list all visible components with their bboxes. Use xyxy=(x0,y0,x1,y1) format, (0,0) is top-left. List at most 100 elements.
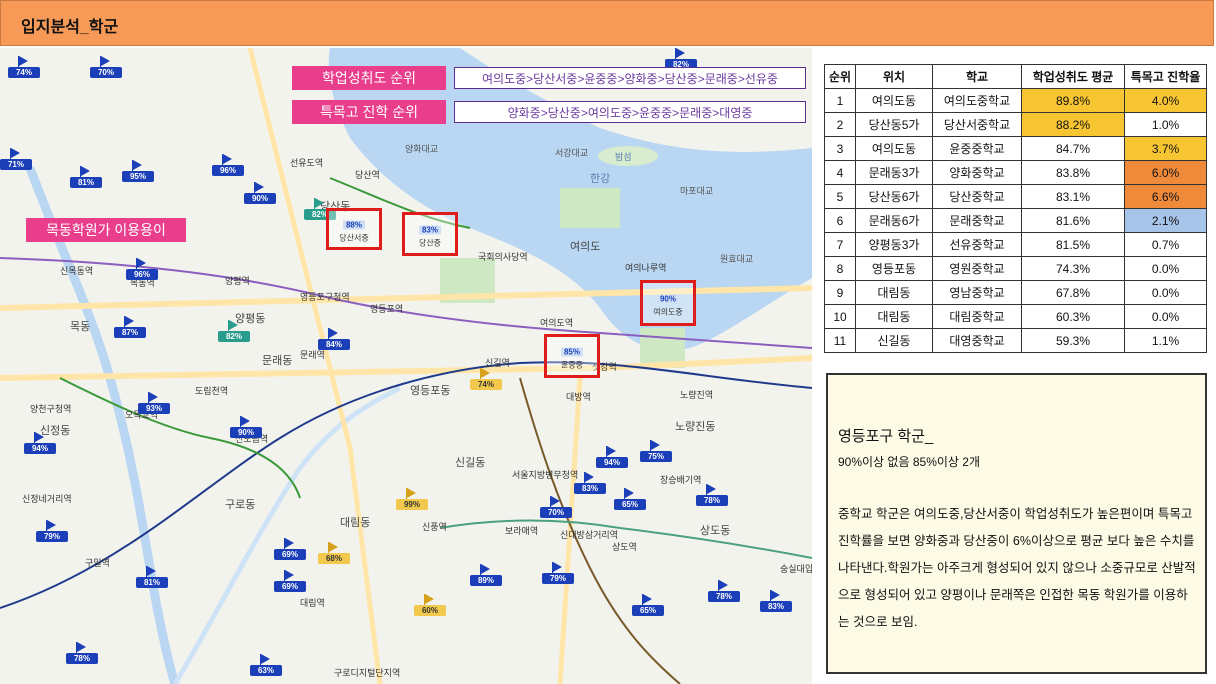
cell-school: 대영중학교 xyxy=(932,328,1022,353)
school-percent: 88% xyxy=(342,220,365,230)
map-label: 구로동 xyxy=(225,499,256,511)
cell-school: 양화중학교 xyxy=(932,160,1022,185)
map-label: 영등포구청역 xyxy=(300,292,350,302)
cell-special: 6.0% xyxy=(1124,160,1207,185)
map-label: 신대방삼거리역 xyxy=(560,530,618,540)
map-label: 밤섬 xyxy=(615,152,632,162)
school-pin[interactable]: 70% xyxy=(90,56,122,84)
cell-location: 문래동6가 xyxy=(855,208,933,233)
school-pin[interactable]: 94% xyxy=(24,432,56,460)
school-pin[interactable]: 74% xyxy=(8,56,40,84)
school-pin[interactable]: 95% xyxy=(122,160,154,188)
pin-percent: 70% xyxy=(90,67,122,78)
school-pin[interactable]: 94% xyxy=(596,446,628,474)
school-pin[interactable]: 75% xyxy=(640,440,672,468)
table-row: 11 신길동 대영중학교 59.3% 1.1% xyxy=(824,328,1207,353)
map-label: 대림동 xyxy=(340,517,371,529)
school-pin[interactable]: 70% xyxy=(540,496,572,524)
school-pin[interactable]: 82% xyxy=(218,320,250,348)
cell-special: 0.0% xyxy=(1124,280,1207,305)
map-label: 여의도역 xyxy=(540,318,574,328)
school-pin[interactable]: 90% xyxy=(230,416,262,444)
school-pin[interactable]: 90% xyxy=(244,182,276,210)
highlight-school-yunjung[interactable]: 85% 윤중중 xyxy=(544,334,600,378)
school-pin[interactable]: 83% xyxy=(574,472,606,500)
cell-achievement: 74.3% xyxy=(1021,256,1125,281)
cell-achievement: 59.3% xyxy=(1021,328,1125,353)
school-pin[interactable]: 78% xyxy=(696,484,728,512)
school-pin[interactable]: 60% xyxy=(414,594,446,622)
school-pin[interactable]: 65% xyxy=(632,594,664,622)
pin-percent: 78% xyxy=(66,653,98,664)
school-pin[interactable]: 78% xyxy=(66,642,98,670)
pin-percent: 83% xyxy=(760,601,792,612)
highlight-school-yeouido[interactable]: 90% 여의도중 xyxy=(640,280,696,326)
map-label: 보라매역 xyxy=(505,526,539,536)
school-pin[interactable]: 93% xyxy=(138,392,170,420)
note-subheading: 90%이상 없음 85%이상 2개 xyxy=(838,455,980,469)
pin-percent: 93% xyxy=(138,403,170,414)
table-row: 5 당산동6가 당산중학교 83.1% 6.6% xyxy=(824,184,1207,209)
school-pin[interactable]: 96% xyxy=(212,154,244,182)
school-pin[interactable]: 79% xyxy=(36,520,68,548)
highlight-school-dangsan[interactable]: 83% 당산중 xyxy=(402,212,458,256)
school-pin[interactable]: 79% xyxy=(542,562,574,590)
cell-location: 양평동3가 xyxy=(855,232,933,257)
map-label: 양천구청역 xyxy=(30,404,72,414)
school-percent: 85% xyxy=(560,347,583,357)
table-row: 7 양평동3가 선유중학교 81.5% 0.7% xyxy=(824,232,1207,257)
highlight-school-dangsanseo[interactable]: 88% 당산서중 xyxy=(326,208,382,250)
table-row: 4 문래동3가 양화중학교 83.8% 6.0% xyxy=(824,160,1207,185)
school-pin[interactable]: 81% xyxy=(70,166,102,194)
map-label: 노량진역 xyxy=(680,390,714,400)
school-pin[interactable]: 65% xyxy=(614,488,646,516)
table-row: 2 당산동5가 당산서중학교 88.2% 1.0% xyxy=(824,112,1207,137)
map-label: 선유도역 xyxy=(290,158,324,168)
map-label: 숭실대입구역 xyxy=(780,564,812,574)
school-pin[interactable]: 71% xyxy=(0,148,32,176)
cell-rank: 5 xyxy=(824,184,856,209)
school-pin[interactable]: 69% xyxy=(274,570,306,598)
pin-percent: 68% xyxy=(318,553,350,564)
school-pin[interactable]: 83% xyxy=(760,590,792,618)
pin-percent: 96% xyxy=(126,269,158,280)
cell-location: 영등포동 xyxy=(855,256,933,281)
school-pin[interactable]: 81% xyxy=(136,566,168,594)
pin-percent: 81% xyxy=(70,177,102,188)
school-percent: 83% xyxy=(418,225,441,235)
school-pin[interactable]: 74% xyxy=(470,368,502,396)
achievement-rank-order: 여의도중>당산서중>윤중중>양화중>당산중>문래중>선유중 xyxy=(454,67,806,89)
cell-school: 당산서중학교 xyxy=(932,112,1022,137)
school-pin[interactable]: 87% xyxy=(114,316,146,344)
pin-percent: 94% xyxy=(24,443,56,454)
pin-percent: 75% xyxy=(640,451,672,462)
pin-percent: 65% xyxy=(614,499,646,510)
cell-special: 0.0% xyxy=(1124,256,1207,281)
cell-achievement: 84.7% xyxy=(1021,136,1125,161)
map-label: 한강 xyxy=(590,173,611,185)
table-row: 3 여의도동 윤중중학교 84.7% 3.7% xyxy=(824,136,1207,161)
school-district-map[interactable]: 신목동역 목동역 오목교역 양평역 영등포구청역 당산역 선유도역 국회의사당역… xyxy=(0,48,812,684)
school-pin[interactable]: 69% xyxy=(274,538,306,566)
cell-special: 1.1% xyxy=(1124,328,1207,353)
school-pin[interactable]: 78% xyxy=(708,580,740,608)
school-name: 당산중 xyxy=(418,238,442,248)
map-label: 신정네거리역 xyxy=(22,494,72,504)
school-pin[interactable]: 89% xyxy=(470,564,502,592)
pin-percent: 70% xyxy=(540,507,572,518)
cell-school: 당산중학교 xyxy=(932,184,1022,209)
map-label: 여의도 xyxy=(570,241,601,253)
school-pin[interactable]: 63% xyxy=(250,654,282,682)
school-pin[interactable]: 84% xyxy=(318,328,350,356)
school-pin[interactable]: 68% xyxy=(318,542,350,570)
school-pin[interactable]: 99% xyxy=(396,488,428,516)
map-label: 문래동 xyxy=(262,355,293,367)
pin-percent: 78% xyxy=(696,495,728,506)
pin-percent: 79% xyxy=(542,573,574,584)
cell-achievement: 81.6% xyxy=(1021,208,1125,233)
cell-rank: 11 xyxy=(824,328,856,353)
cell-rank: 7 xyxy=(824,232,856,257)
pin-percent: 83% xyxy=(574,483,606,494)
school-pin[interactable]: 96% xyxy=(126,258,158,286)
col-school: 학교 xyxy=(932,64,1022,89)
